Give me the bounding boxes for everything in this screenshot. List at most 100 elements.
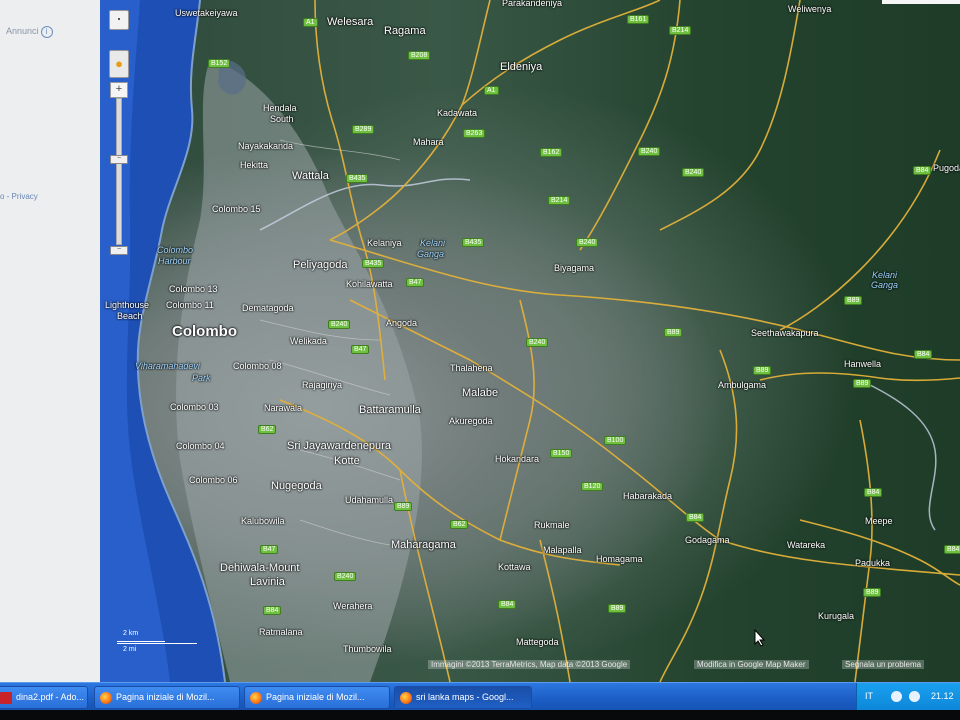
map-canvas[interactable]: Uswetakeiyawa Welesara Ragama Eldeniya P… [100, 0, 960, 682]
place-label[interactable]: Lighthouse [105, 300, 149, 310]
place-label[interactable]: Thumbowila [343, 644, 392, 654]
place-label[interactable]: Nugegoda [271, 480, 322, 492]
place-label[interactable]: Hanwella [844, 359, 881, 369]
place-label[interactable]: Watareka [787, 540, 825, 550]
water-label[interactable]: Park [192, 373, 211, 383]
place-label[interactable]: Werahera [333, 601, 372, 611]
privacy-link[interactable]: so - Privacy [0, 192, 38, 201]
report-problem-link[interactable]: Segnala un problema [842, 660, 925, 669]
place-label[interactable]: Ratmalana [259, 627, 303, 637]
water-label[interactable]: Ganga [417, 249, 444, 259]
map-attribution: Immagini ©2013 TerraMetrics, Map data ©2… [428, 660, 960, 672]
city-label-colombo[interactable]: Colombo [172, 323, 237, 340]
place-label[interactable]: Angoda [386, 318, 417, 328]
place-label[interactable]: Malabe [462, 387, 498, 399]
place-label[interactable]: Habarakada [623, 491, 672, 501]
place-label[interactable]: Malapalla [543, 545, 582, 555]
place-label[interactable]: Ambulgama [718, 380, 766, 390]
place-label[interactable]: Akuregoda [449, 416, 493, 426]
place-label[interactable]: Meepe [865, 516, 893, 526]
place-label[interactable]: Kadawata [437, 108, 477, 118]
place-label[interactable]: Udahamulla [345, 495, 393, 505]
water-label[interactable]: Kelani [420, 238, 445, 248]
road-shield: B84 [864, 488, 883, 497]
scale-km: 2 km [123, 630, 139, 637]
top-right-control[interactable] [882, 0, 960, 4]
place-label[interactable]: Kottawa [498, 562, 531, 572]
language-indicator[interactable]: IT [865, 691, 873, 701]
place-label[interactable]: Peliyagoda [293, 259, 347, 271]
pan-control[interactable]: ⬝ [109, 10, 129, 30]
place-label[interactable]: Narawala [264, 403, 302, 413]
road-shield: B240 [526, 338, 549, 347]
place-label[interactable]: Ragama [384, 25, 426, 37]
taskbar-item-maps[interactable]: sri lanka maps - Googl... [394, 686, 532, 709]
place-label[interactable]: Hendala [263, 103, 297, 113]
road-shield: B240 [638, 147, 661, 156]
place-label[interactable]: Rajagiriya [302, 380, 342, 390]
place-label[interactable]: Mattegoda [516, 637, 559, 647]
place-label[interactable]: Godagama [685, 535, 730, 545]
place-label[interactable]: South [270, 114, 294, 124]
edit-in-map-maker-link[interactable]: Modifica in Google Map Maker [694, 660, 809, 669]
place-label[interactable]: Beach [117, 311, 143, 321]
water-label[interactable]: Harbour [158, 256, 191, 266]
pdf-icon [0, 691, 12, 704]
place-label[interactable]: Kurugala [818, 611, 854, 621]
tray-icon[interactable] [891, 691, 902, 702]
zoom-slider-thumb[interactable]: − [110, 155, 128, 164]
place-label[interactable]: Eldeniya [500, 61, 542, 73]
water-label[interactable]: Ganga [871, 280, 898, 290]
place-label[interactable]: Maharagama [391, 539, 456, 551]
taskbar-item-pdf[interactable]: dina2.pdf - Ado... [0, 686, 88, 709]
place-label[interactable]: Colombo 03 [170, 402, 219, 412]
water-label[interactable]: Viharamahadevi [135, 361, 200, 371]
imagery-attribution: Immagini ©2013 TerraMetrics, Map data ©2… [428, 660, 631, 669]
place-label[interactable]: Dehiwala-Mount [220, 562, 299, 574]
place-label[interactable]: Colombo 04 [176, 441, 225, 451]
place-label[interactable]: Kohilawatta [346, 279, 393, 289]
place-label[interactable]: Hekitta [240, 160, 268, 170]
place-label[interactable]: Nayakakanda [238, 141, 293, 151]
place-label[interactable]: Dematagoda [242, 303, 294, 313]
clock[interactable]: 21.12 [931, 691, 954, 701]
ads-label[interactable]: Annunci i [6, 26, 53, 38]
place-label[interactable]: Kalubowila [241, 516, 285, 526]
place-label[interactable]: Kotte [334, 455, 360, 467]
place-label[interactable]: Lavinia [250, 576, 285, 588]
info-icon[interactable]: i [40, 26, 53, 38]
place-label[interactable]: Rukmale [534, 520, 570, 530]
zoom-in-button[interactable]: + [110, 82, 128, 98]
place-label[interactable]: Hokandara [495, 454, 539, 464]
taskbar-item-firefox[interactable]: Pagina iniziale di Mozil... [244, 686, 390, 709]
water-label[interactable]: Kelani [872, 270, 897, 280]
place-label[interactable]: Colombo 13 [169, 284, 218, 294]
place-label[interactable]: Thalahena [450, 363, 493, 373]
place-label[interactable]: Colombo 15 [212, 204, 261, 214]
place-label[interactable]: Colombo 08 [233, 361, 282, 371]
place-label[interactable]: Seethawakapura [751, 328, 819, 338]
place-label[interactable]: Parakandeniya [502, 0, 562, 8]
river-east [869, 384, 937, 531]
taskbar-item-firefox[interactable]: Pagina iniziale di Mozil... [94, 686, 240, 709]
place-label[interactable]: Battaramulla [359, 404, 421, 416]
place-label[interactable]: Sri Jayawardenepura [287, 440, 391, 452]
place-label[interactable]: Weliwenya [788, 4, 831, 14]
tray-icon[interactable] [909, 691, 920, 702]
place-label[interactable]: Mahara [413, 137, 444, 147]
place-label[interactable]: Wattala [292, 170, 329, 182]
place-label[interactable]: Colombo 06 [189, 475, 238, 485]
place-label[interactable]: Uswetakeiyawa [175, 8, 238, 18]
place-label[interactable]: Pugoda [933, 163, 960, 173]
water-label[interactable]: Colombo [157, 245, 193, 255]
place-label[interactable]: Biyagama [554, 263, 594, 273]
pegman-icon[interactable]: ● [109, 50, 129, 78]
place-label[interactable]: Homagama [596, 554, 643, 564]
place-label[interactable]: Padukka [855, 558, 890, 568]
place-label[interactable]: Welikada [290, 336, 327, 346]
place-label[interactable]: Kelaniya [367, 238, 402, 248]
zoom-out-button[interactable]: − [110, 246, 128, 255]
place-label[interactable]: Welesara [327, 16, 373, 28]
zoom-slider-track[interactable] [116, 98, 122, 245]
place-label[interactable]: Colombo 11 [166, 300, 214, 310]
